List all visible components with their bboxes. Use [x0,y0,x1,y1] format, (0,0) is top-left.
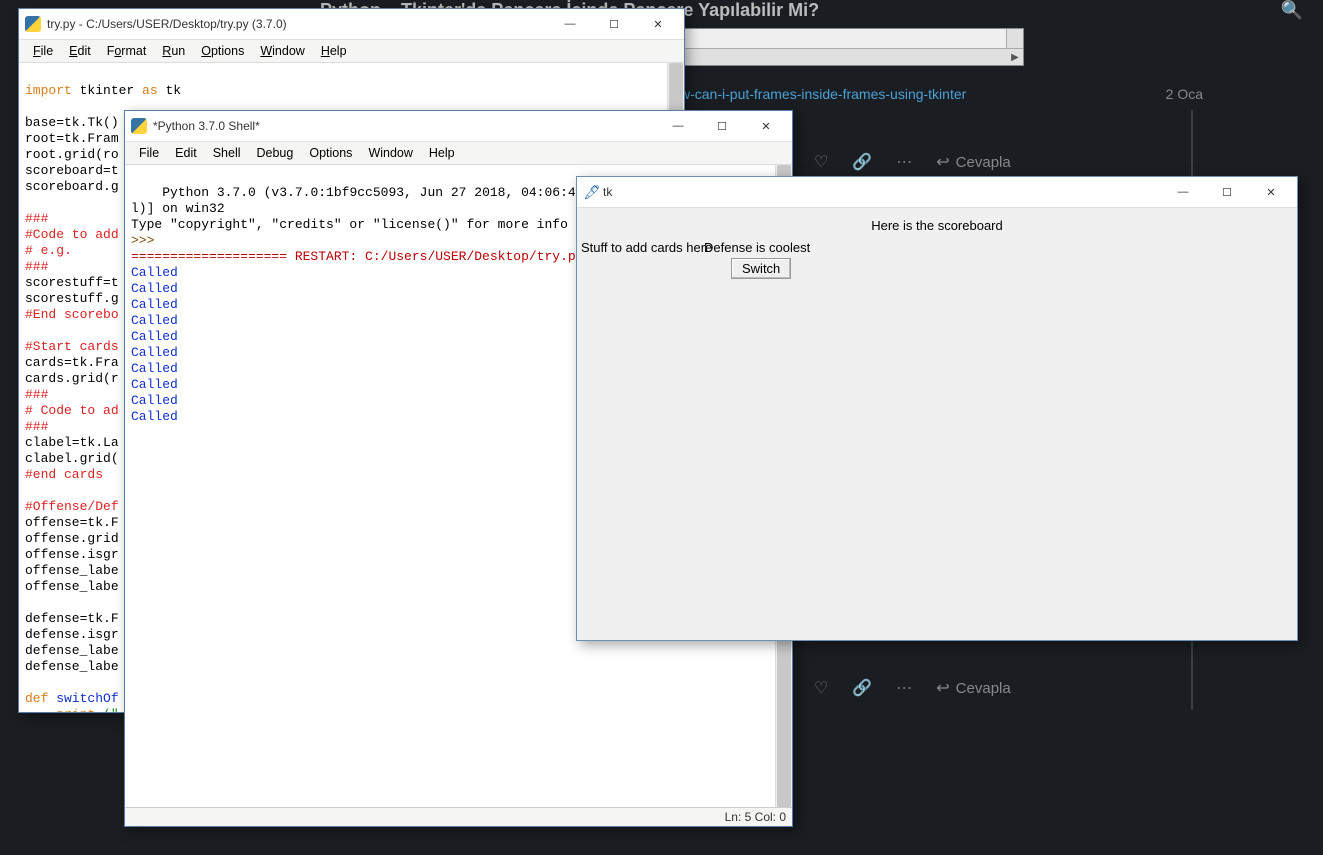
tk-scoreboard-label: Here is the scoreboard [577,218,1297,233]
editor-title-text: try.py - C:/Users/USER/Desktop/try.py (3… [47,17,548,31]
menu-shell[interactable]: Shell [205,144,249,162]
minimize-button[interactable]: — [1161,178,1205,206]
menu-window[interactable]: Window [252,42,312,60]
search-icon[interactable]: 🔍 [1281,0,1303,21]
editor-menubar: File Edit Format Run Options Window Help [19,40,684,63]
menu-edit[interactable]: Edit [61,42,99,60]
close-button[interactable]: ✕ [1249,178,1293,206]
stackoverflow-link[interactable]: w-can-i-put-frames-inside-frames-using-t… [680,86,966,102]
scrollbar-horizontal[interactable]: ▶ [681,48,1023,65]
maximize-button[interactable]: ☐ [1205,178,1249,206]
menu-run[interactable]: Run [154,42,193,60]
editor-titlebar[interactable]: try.py - C:/Users/USER/Desktop/try.py (3… [19,9,684,40]
tk-output-window: 🖋 tk — ☐ ✕ Here is the scoreboard Stuff … [576,176,1298,641]
link-icon[interactable]: 🔗 [852,678,872,698]
scrollbar-vertical[interactable] [1006,29,1023,49]
tk-cards-label: Stuff to add cards here [581,240,712,255]
post-actions-1: ♡ 🔗 ⋯ ↩ Cevapla [814,152,1011,172]
more-icon[interactable]: ⋯ [896,152,912,172]
minimize-button[interactable]: — [656,112,700,140]
more-icon[interactable]: ⋯ [896,678,912,698]
menu-debug[interactable]: Debug [249,144,302,162]
tk-body: Here is the scoreboard Stuff to add card… [577,208,1297,640]
post-actions-2: ♡ 🔗 ⋯ ↩ Cevapla [814,678,1011,698]
link-icon[interactable]: 🔗 [852,152,872,172]
heart-icon[interactable]: ♡ [814,678,828,698]
minimize-button[interactable]: — [548,10,592,38]
feather-icon: 🖋 [583,184,597,200]
scroll-right-icon[interactable]: ▶ [1007,49,1023,65]
codeblock-scrollbar-area: ▶ [680,28,1024,66]
menu-edit[interactable]: Edit [167,144,205,162]
reply-label: Cevapla [956,680,1011,697]
reply-button[interactable]: ↩ Cevapla [936,678,1010,698]
tk-title-text: tk [603,185,1161,199]
tk-defense-label: Defense is coolest [704,240,810,255]
close-button[interactable]: ✕ [744,112,788,140]
shell-statusbar: Ln: 5 Col: 0 [125,807,792,826]
reply-arrow-icon: ↩ [936,678,949,698]
shell-title-text: *Python 3.7.0 Shell* [153,119,656,133]
menu-help[interactable]: Help [313,42,355,60]
menu-options[interactable]: Options [301,144,360,162]
python-icon [25,16,41,32]
close-button[interactable]: ✕ [636,10,680,38]
reply-label: Cevapla [956,154,1011,171]
python-icon [131,118,147,134]
menu-file[interactable]: File [25,42,61,60]
menu-options[interactable]: Options [193,42,252,60]
maximize-button[interactable]: ☐ [592,10,636,38]
menu-format[interactable]: Format [99,42,155,60]
reply-arrow-icon: ↩ [936,152,949,172]
shell-titlebar[interactable]: *Python 3.7.0 Shell* — ☐ ✕ [125,111,792,142]
shell-menubar: File Edit Shell Debug Options Window Hel… [125,142,792,165]
heart-icon[interactable]: ♡ [814,152,828,172]
reply-button[interactable]: ↩ Cevapla [936,152,1010,172]
menu-file[interactable]: File [131,144,167,162]
menu-help[interactable]: Help [421,144,463,162]
tk-titlebar[interactable]: 🖋 tk — ☐ ✕ [577,177,1297,208]
switch-button[interactable]: Switch [731,258,791,279]
menu-window[interactable]: Window [360,144,420,162]
maximize-button[interactable]: ☐ [700,112,744,140]
forum-date-label: 2 Oca [1166,86,1203,102]
